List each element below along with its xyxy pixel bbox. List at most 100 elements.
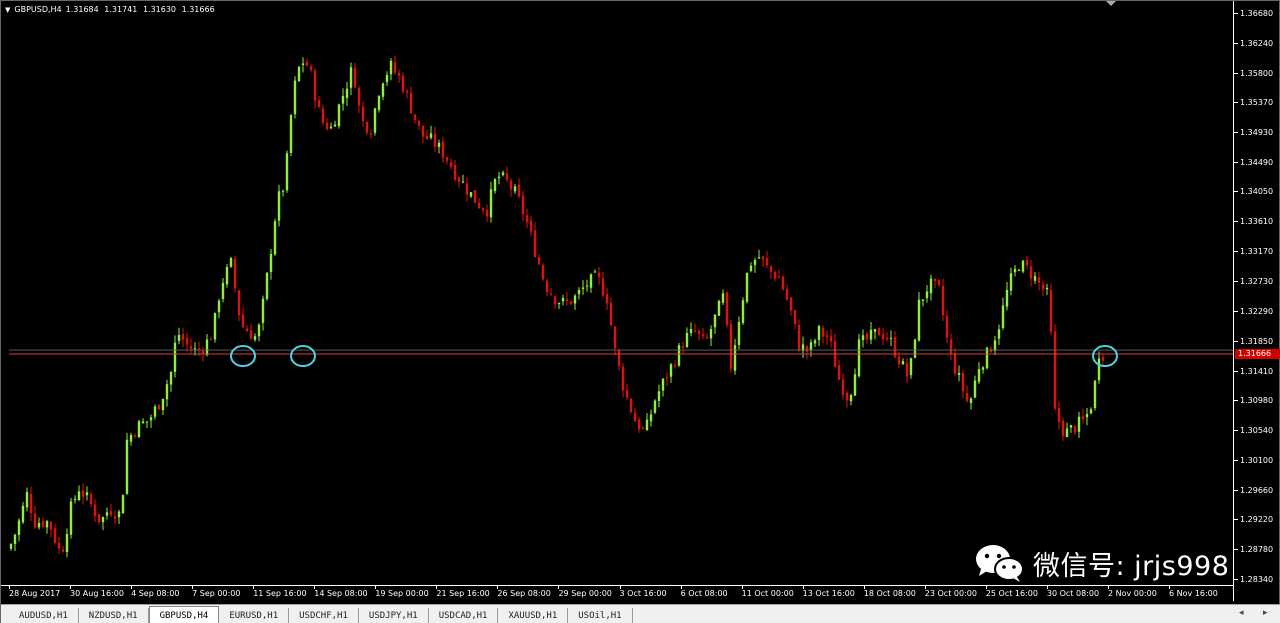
bull-candle: [1005, 290, 1009, 307]
tab-audusd-h1[interactable]: AUDUSD,H1: [9, 608, 79, 623]
price-tick-mark: [1234, 251, 1238, 253]
bull-candle: [329, 126, 333, 129]
tab-usdcad-h1[interactable]: USDCAD,H1: [429, 608, 499, 623]
bull-candle: [501, 172, 505, 176]
price-tick: 1.31410: [1234, 367, 1280, 377]
bear-candle: [417, 120, 421, 126]
bull-candle: [573, 295, 577, 304]
time-tick-mark: [497, 586, 499, 589]
bear-candle: [777, 277, 781, 279]
bear-candle: [1101, 357, 1105, 361]
bull-candle: [817, 325, 821, 340]
tab-usdchf-h1[interactable]: USDCHF,H1: [289, 608, 359, 623]
bear-candle: [237, 290, 241, 316]
bull-candle: [869, 329, 873, 340]
bear-candle: [441, 141, 445, 158]
bear-candle: [405, 90, 409, 93]
price-tick: 1.34050: [1234, 187, 1280, 197]
time-axis: 28 Aug 2017 30 Aug 16:00 4 Sep 08:00 7 Sep …: [1, 585, 1233, 601]
time-tick-mark: [9, 586, 10, 589]
bull-candle: [1069, 425, 1073, 428]
bear-candle: [545, 280, 549, 293]
time-tick-mark: [1169, 586, 1170, 589]
price-tick: 1.36680: [1234, 9, 1280, 19]
chart-shift-marker-icon[interactable]: [1106, 1, 1116, 6]
bear-candle: [1029, 266, 1033, 279]
time-tick-label: 6 Nov 16:00: [1169, 586, 1218, 602]
bull-candle: [253, 336, 257, 340]
price-tick: 1.33170: [1234, 247, 1280, 257]
bull-candle: [293, 80, 297, 115]
time-tick-label: 14 Sep 08:00: [314, 586, 368, 602]
bear-candle: [729, 324, 733, 369]
bear-candle: [401, 75, 405, 92]
bull-candle: [377, 96, 381, 110]
bull-candle: [733, 345, 737, 371]
price-tick-mark: [1234, 489, 1238, 491]
bull-candle: [513, 186, 517, 192]
tab-nzdusd-h1[interactable]: NZDUSD,H1: [79, 608, 149, 623]
chart-window[interactable]: ▼ GBPUSD,H4 1.31684 1.31741 1.31630 1.31…: [0, 0, 1280, 623]
bull-candle: [957, 373, 961, 375]
bull-candle: [669, 364, 673, 377]
bull-candle: [497, 176, 501, 179]
tab-usoil-h1[interactable]: USOil,H1: [568, 608, 633, 623]
price-tick-label: 1.32730: [1240, 277, 1274, 287]
bear-candle: [321, 108, 325, 123]
bull-candle: [385, 74, 389, 83]
bull-candle: [1009, 273, 1013, 291]
price-tick-mark: [1234, 429, 1238, 431]
bull-candle: [749, 265, 753, 271]
bull-candle: [809, 342, 813, 351]
bull-candle: [13, 534, 17, 545]
time-tick-label: 7 Sep 00:00: [192, 586, 240, 602]
price-tick-label: 1.36240: [1240, 38, 1274, 48]
tab-gbpusd-h4[interactable]: GBPUSD,H4: [148, 606, 220, 623]
price-tick: 1.31850: [1234, 337, 1280, 347]
price-tick-label: 1.30980: [1240, 395, 1274, 405]
bear-candle: [1081, 416, 1085, 419]
bull-candle: [17, 520, 21, 535]
time-tick-mark: [619, 586, 621, 589]
bull-candle: [9, 544, 13, 549]
bear-candle: [189, 346, 193, 349]
time-tick-mark: [253, 586, 255, 589]
tab-eurusd-h1[interactable]: EURUSD,H1: [219, 608, 290, 623]
bull-candle: [653, 400, 657, 413]
bear-candle: [133, 435, 137, 437]
price-tick-mark: [1234, 221, 1238, 223]
bear-candle: [245, 328, 249, 332]
bear-candle: [693, 330, 697, 332]
price-tick-mark: [1234, 549, 1238, 551]
tab-scroll-left-icon[interactable]: ◂: [1239, 606, 1244, 620]
price-tick: 1.34930: [1234, 128, 1280, 138]
time-tick-mark: [192, 586, 194, 589]
bear-candle: [453, 165, 457, 180]
bear-candle: [477, 202, 481, 209]
bear-candle: [785, 288, 789, 300]
time-tick-mark: [1046, 586, 1048, 589]
bull-candle: [217, 300, 221, 313]
tab-usdjpy-h1[interactable]: USDJPY,H1: [359, 608, 429, 623]
touch-marker-circle: [290, 345, 316, 368]
price-tick-mark: [1234, 72, 1238, 74]
bull-candle: [281, 190, 285, 192]
bull-candle: [73, 498, 77, 501]
time-tick-mark: [924, 586, 926, 589]
tab-xauusd-h1[interactable]: XAUUSD,H1: [498, 608, 569, 623]
bear-candle: [481, 208, 485, 211]
bear-candle: [457, 177, 461, 183]
bull-candle: [985, 347, 989, 369]
bull-candle: [677, 345, 681, 366]
tab-scroll-right-icon[interactable]: ▸: [1263, 606, 1268, 620]
price-tick: 1.29220: [1234, 515, 1280, 525]
bull-candle: [969, 398, 973, 403]
bull-candle: [873, 329, 877, 332]
bull-candle: [1001, 305, 1005, 328]
bear-candle: [549, 293, 553, 295]
candlestick-plot[interactable]: [9, 9, 1233, 585]
bear-candle: [725, 292, 729, 325]
bear-candle: [525, 215, 529, 223]
bull-candle: [65, 534, 69, 553]
bear-candle: [701, 334, 705, 337]
